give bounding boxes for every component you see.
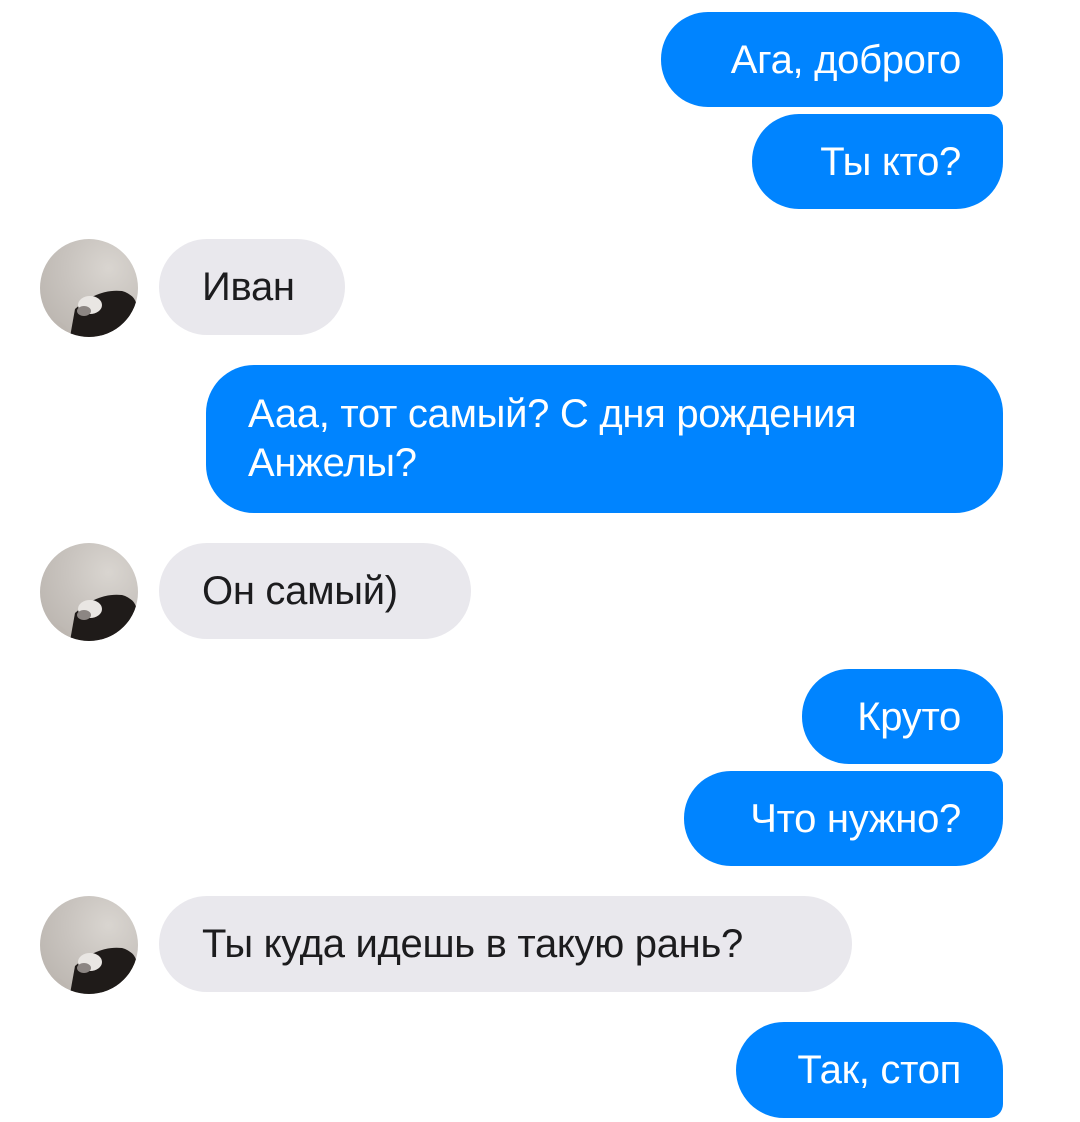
message-text: Ааа, тот самый? С дня рождения Анжелы? [248, 392, 857, 485]
incoming-message-bubble[interactable]: Иван [159, 239, 345, 335]
contact-avatar-photo-icon [40, 947, 138, 994]
message-text: Круто [857, 694, 961, 739]
message-text: Что нужно? [750, 796, 961, 841]
message-text: Так, стоп [797, 1048, 961, 1092]
message-text: Ты куда идешь в такую рань? [202, 922, 743, 966]
message-text: Иван [202, 265, 295, 309]
contact-avatar[interactable] [40, 239, 138, 337]
incoming-message-bubble[interactable]: Он самый) [159, 543, 471, 639]
message-text: Ага, доброго [730, 37, 962, 82]
contact-avatar-photo-icon [40, 594, 138, 641]
outgoing-message-bubble[interactable]: Что нужно? [684, 771, 1003, 866]
contact-avatar[interactable] [40, 896, 138, 994]
outgoing-message-bubble[interactable]: Ага, доброго [661, 12, 1003, 107]
message-text: Он самый) [202, 569, 398, 613]
outgoing-message-bubble[interactable]: Ааа, тот самый? С дня рождения Анжелы? [206, 365, 1003, 513]
message-text: Ты кто? [820, 139, 961, 184]
contact-avatar[interactable] [40, 543, 138, 641]
outgoing-message-bubble[interactable]: Круто [802, 669, 1003, 764]
incoming-message-bubble[interactable]: Ты куда идешь в такую рань? [159, 896, 852, 992]
outgoing-message-bubble[interactable]: Так, стоп [736, 1022, 1003, 1118]
outgoing-message-bubble[interactable]: Ты кто? [752, 114, 1003, 209]
contact-avatar-photo-icon [40, 290, 138, 337]
